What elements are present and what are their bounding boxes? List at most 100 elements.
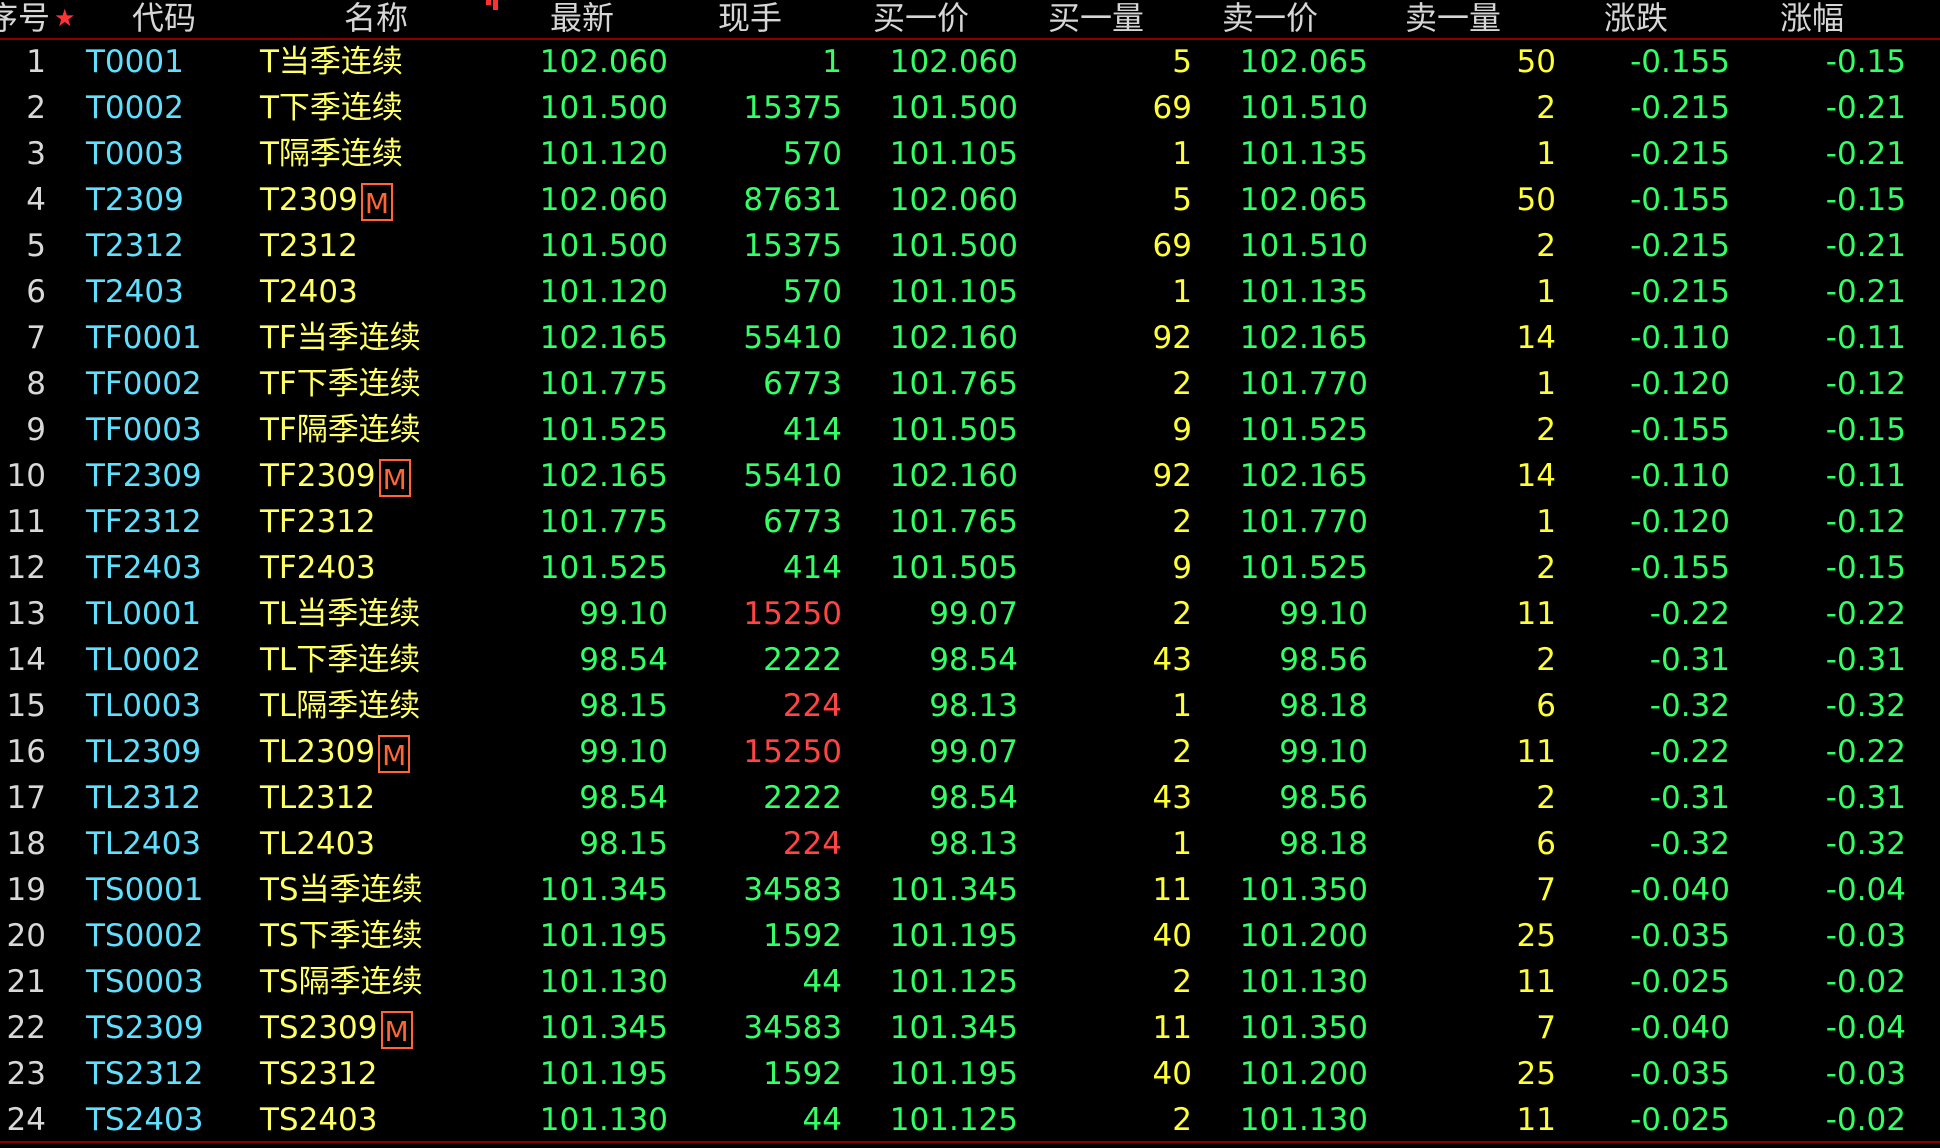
row-ask-qty: 50 xyxy=(1516,182,1556,218)
table-row[interactable]: 19 TS0001 TS当季连续 101.345 34583 101.345 11 101.3… xyxy=(0,867,1940,913)
table-row[interactable]: 9 TF0003 TF隔季连续 101.525 414 101.505 9 101.525 2 -… xyxy=(0,407,1940,453)
table-row[interactable]: 15 TL0003 TL隔季连续 98.15 224 98.13 1 98.18 6 -0.32 -… xyxy=(0,683,1940,729)
table-row[interactable]: 24 TS2403 TS2403 101.130 44 101.125 2 101.130 11… xyxy=(0,1097,1940,1143)
row-code: TL2312 xyxy=(86,780,202,816)
row-seq: 19 xyxy=(6,872,46,908)
row-name-text: TS2403 xyxy=(260,1102,378,1138)
row-ask-qty: 50 xyxy=(1516,44,1556,80)
table-row[interactable]: 3 T0003 T隔季连续 101.120 570 101.105 1 101.135 1 -0.… xyxy=(0,131,1940,177)
table-row[interactable]: 1 T0001 T当季连续 102.060 1 102.060 5 102.065 50 -0.1… xyxy=(0,39,1940,85)
header-volume[interactable]: 现手 xyxy=(718,0,782,38)
row-last-price: 102.060 xyxy=(539,44,668,80)
main-contract-badge: M xyxy=(378,458,411,497)
row-change-pct: -0.03 xyxy=(1825,918,1906,954)
row-name: TS下季连续 xyxy=(260,913,490,959)
table-row[interactable]: 13 TL0001 TL当季连续 99.10 15250 99.07 2 99.10 11 -0.… xyxy=(0,591,1940,637)
header-last[interactable]: 最新 xyxy=(550,0,614,38)
table-row[interactable]: 23 TS2312 TS2312 101.195 1592 101.195 40 101.20… xyxy=(0,1051,1940,1097)
table-row[interactable]: 4 T2309 T2309 M 102.060 87631 102.060 5 102.065 5… xyxy=(0,177,1940,223)
table-row[interactable]: 11 TF2312 TF2312 101.775 6773 101.765 2 101.770… xyxy=(0,499,1940,545)
table-row[interactable]: 7 TF0001 TF当季连续 102.165 55410 102.160 92 102.16… xyxy=(0,315,1940,361)
row-code: TS0002 xyxy=(86,918,204,954)
row-bid-price: 98.13 xyxy=(929,826,1018,862)
row-ask-price: 101.350 xyxy=(1239,1010,1368,1046)
row-code: T0003 xyxy=(86,136,184,172)
row-name-text: TS隔季连续 xyxy=(260,964,423,1000)
row-code: TS0001 xyxy=(86,872,204,908)
row-name: TF2312 xyxy=(260,499,490,545)
row-volume: 2222 xyxy=(763,780,842,816)
row-change: -0.155 xyxy=(1630,44,1730,80)
sort-dots-icon xyxy=(486,0,502,10)
row-seq: 23 xyxy=(6,1056,46,1092)
row-last-price: 101.130 xyxy=(539,964,668,1000)
row-bid-price: 101.345 xyxy=(889,1010,1018,1046)
row-ask-price: 102.065 xyxy=(1239,44,1368,80)
row-change-pct: -0.31 xyxy=(1825,780,1906,816)
header-bid-price[interactable]: 买一价 xyxy=(873,0,969,38)
table-row[interactable]: 8 TF0002 TF下季连续 101.775 6773 101.765 2 101.770 1… xyxy=(0,361,1940,407)
row-name: TF当季连续 xyxy=(260,315,490,361)
row-bid-price: 101.765 xyxy=(889,504,1018,540)
row-ask-qty: 14 xyxy=(1516,320,1556,356)
table-row[interactable]: 2 T0002 T下季连续 101.500 15375 101.500 69 101.510 2… xyxy=(0,85,1940,131)
row-change: -0.110 xyxy=(1630,320,1730,356)
row-volume: 1592 xyxy=(763,1056,842,1092)
table-row[interactable]: 22 TS2309 TS2309 M 101.345 34583 101.345 11 101.… xyxy=(0,1005,1940,1051)
header-name[interactable]: 名称 xyxy=(344,0,408,38)
row-seq: 22 xyxy=(6,1010,46,1046)
table-row[interactable]: 6 T2403 T2403 101.120 570 101.105 1 101.135 1 -0.… xyxy=(0,269,1940,315)
row-change: -0.31 xyxy=(1649,642,1730,678)
row-ask-price: 101.510 xyxy=(1239,90,1368,126)
row-volume: 34583 xyxy=(743,872,842,908)
row-change-pct: -0.02 xyxy=(1825,964,1906,1000)
header-bid-qty[interactable]: 买一量 xyxy=(1048,0,1144,38)
row-volume: 55410 xyxy=(743,320,842,356)
row-bid-price: 98.54 xyxy=(929,780,1018,816)
row-change: -0.155 xyxy=(1630,550,1730,586)
header-ask-qty[interactable]: 卖一量 xyxy=(1405,0,1501,38)
table-row[interactable]: 5 T2312 T2312 101.500 15375 101.500 69 101.510 2… xyxy=(0,223,1940,269)
row-name-text: TF2403 xyxy=(260,550,376,586)
row-name-text: TL2309 xyxy=(260,734,376,770)
row-name-text: TF下季连续 xyxy=(260,366,421,402)
row-name: TL2309 M xyxy=(260,729,490,775)
row-change-pct: -0.15 xyxy=(1825,182,1906,218)
header-change-pct[interactable]: 涨幅 xyxy=(1780,0,1844,38)
table-row[interactable]: 21 TS0003 TS隔季连续 101.130 44 101.125 2 101.130 11… xyxy=(0,959,1940,1005)
row-volume: 224 xyxy=(782,688,842,724)
star-icon[interactable]: ★ xyxy=(54,2,76,34)
row-last-price: 101.195 xyxy=(539,918,668,954)
row-change-pct: -0.21 xyxy=(1825,136,1906,172)
table-row[interactable]: 17 TL2312 TL2312 98.54 2222 98.54 43 98.56 2 -0.3… xyxy=(0,775,1940,821)
main-contract-badge: M xyxy=(360,182,394,221)
row-change: -0.215 xyxy=(1630,274,1730,310)
header-seq[interactable]: 序号 xyxy=(0,0,50,38)
table-row[interactable]: 14 TL0002 TL下季连续 98.54 2222 98.54 43 98.56 2 -0.3… xyxy=(0,637,1940,683)
row-name-text: TL2403 xyxy=(260,826,376,862)
table-row[interactable]: 12 TF2403 TF2403 101.525 414 101.505 9 101.525 2… xyxy=(0,545,1940,591)
row-change-pct: -0.15 xyxy=(1825,550,1906,586)
table-row[interactable]: 16 TL2309 TL2309 M 99.10 15250 99.07 2 99.10 11 -0… xyxy=(0,729,1940,775)
row-bid-price: 98.13 xyxy=(929,688,1018,724)
row-ask-qty: 2 xyxy=(1536,412,1556,448)
row-last-price: 101.130 xyxy=(539,1102,668,1138)
row-change: -0.110 xyxy=(1630,458,1730,494)
header-code[interactable]: 代码 xyxy=(132,0,196,38)
row-ask-price: 101.135 xyxy=(1239,274,1368,310)
row-name: T隔季连续 xyxy=(260,131,490,177)
table-row[interactable]: 18 TL2403 TL2403 98.15 224 98.13 1 98.18 6 -0.32 -… xyxy=(0,821,1940,867)
table-row[interactable]: 10 TF2309 TF2309 M 102.165 55410 102.160 92 102.… xyxy=(0,453,1940,499)
row-ask-price: 101.135 xyxy=(1239,136,1368,172)
row-bid-price: 101.345 xyxy=(889,872,1018,908)
header-ask-price[interactable]: 卖一价 xyxy=(1222,0,1318,38)
row-code: T0002 xyxy=(86,90,184,126)
row-last-price: 98.54 xyxy=(579,642,668,678)
table-row[interactable]: 20 TS0002 TS下季连续 101.195 1592 101.195 40 101.20… xyxy=(0,913,1940,959)
row-ask-qty: 11 xyxy=(1516,734,1556,770)
row-ask-qty: 2 xyxy=(1536,780,1556,816)
row-last-price: 101.195 xyxy=(539,1056,668,1092)
row-ask-qty: 2 xyxy=(1536,550,1556,586)
row-code: TF2403 xyxy=(86,550,202,586)
header-change[interactable]: 涨跌 xyxy=(1604,0,1668,38)
